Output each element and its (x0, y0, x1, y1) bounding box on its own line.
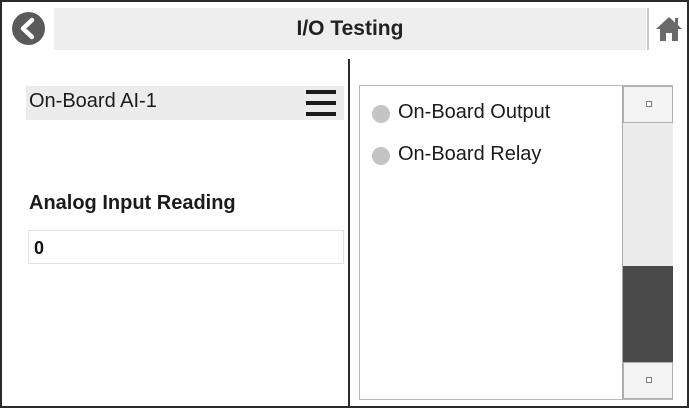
status-indicator-icon (372, 147, 390, 165)
home-button[interactable] (647, 8, 687, 50)
list-item-label: On-Board Relay (398, 143, 542, 165)
list-item-label: On-Board Output (398, 101, 551, 123)
scroll-up-icon (646, 101, 652, 107)
hamburger-menu-icon[interactable] (306, 90, 336, 116)
chevron-left-icon (20, 17, 35, 40)
scroll-down-icon (646, 377, 652, 383)
vertical-scrollbar[interactable] (622, 86, 673, 399)
header-bar: I/O Testing (2, 2, 687, 53)
analog-input-selector[interactable]: On-Board AI-1 (26, 86, 344, 120)
app-window: I/O Testing On-Board AI-1 Analog Input R… (0, 0, 689, 408)
scroll-up-button[interactable] (623, 86, 673, 123)
page-title: I/O Testing (296, 17, 404, 40)
pane-divider (348, 59, 350, 408)
analog-reading-value: 0 (28, 230, 344, 264)
selected-input-label: On-Board AI-1 (29, 90, 157, 112)
home-icon (656, 17, 682, 41)
scroll-thumb[interactable] (623, 266, 673, 362)
back-button[interactable] (12, 12, 45, 45)
output-list: On-Board Output On-Board Relay (359, 85, 673, 400)
scroll-down-button[interactable] (623, 362, 673, 399)
status-indicator-icon (372, 105, 390, 123)
analog-reading-label: Analog Input Reading (29, 192, 236, 214)
